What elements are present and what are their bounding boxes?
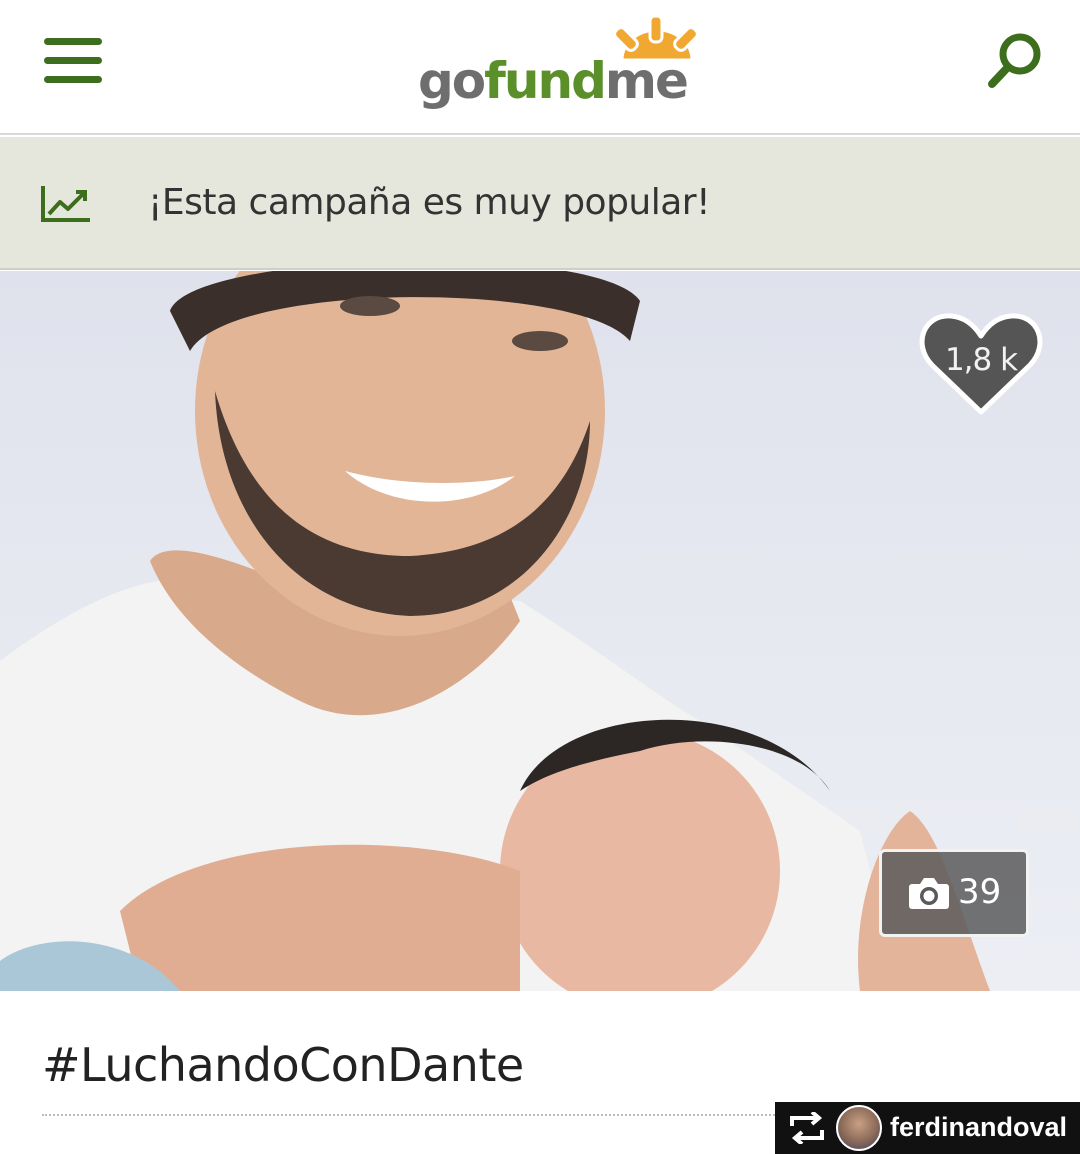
trending-up-icon xyxy=(41,186,90,222)
repost-avatar xyxy=(836,1105,882,1151)
logo-fund: fund xyxy=(484,52,607,110)
repost-icon xyxy=(790,1112,824,1144)
photo-gallery-button[interactable]: 39 xyxy=(879,849,1029,937)
likes-count: 1,8 k xyxy=(944,342,1018,378)
gofundme-logo[interactable]: gofundme xyxy=(410,14,720,124)
gallery-count: 39 xyxy=(958,872,1002,912)
hamburger-icon-bar xyxy=(44,38,102,45)
search-icon[interactable] xyxy=(984,30,1046,92)
app-header: gofundme xyxy=(0,0,1080,135)
camera-icon xyxy=(909,878,949,909)
logo-me: me xyxy=(604,52,689,110)
hamburger-icon-bar xyxy=(44,57,102,64)
menu-button[interactable] xyxy=(44,38,102,84)
repost-username: ferdinandoval xyxy=(890,1112,1068,1142)
popular-banner-text: ¡Esta campaña es muy popular! xyxy=(148,182,711,223)
logo-go: go xyxy=(418,52,486,110)
hamburger-icon-bar xyxy=(44,76,102,83)
title-divider xyxy=(42,1114,782,1116)
campaign-title: #LuchandoConDante xyxy=(42,1038,524,1092)
logo-wordmark: gofundme xyxy=(418,56,689,106)
